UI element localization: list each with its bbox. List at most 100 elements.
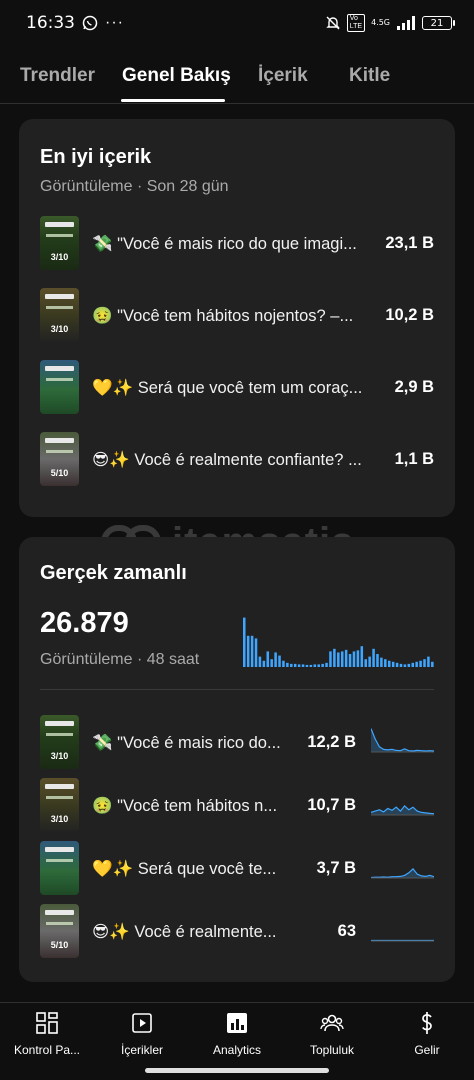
nav-label: Gelir: [414, 1043, 440, 1057]
hourly-bar: [407, 663, 411, 667]
hourly-bar: [321, 663, 324, 667]
signal-icon: [397, 16, 415, 30]
hourly-bar: [266, 651, 270, 667]
sunglasses-sparkle-emoji: 😎✨: [92, 450, 130, 469]
card-title: Gerçek zamanlı: [40, 562, 187, 584]
whatsapp-icon: [82, 15, 98, 31]
hourly-bar: [384, 659, 387, 667]
hourly-views-chart[interactable]: [243, 615, 435, 667]
video-thumbnail: 3/10: [40, 216, 79, 270]
view-count: 12,2 B: [307, 733, 356, 751]
hourly-bar: [376, 654, 379, 667]
nav-label: İçerikler: [120, 1043, 163, 1057]
hourly-bar: [391, 661, 395, 667]
battery-icon: 21: [422, 16, 455, 30]
trend-sparkline: [371, 805, 434, 816]
nav-content[interactable]: İçerikler: [97, 1011, 187, 1057]
more-dots-icon: ···: [105, 14, 124, 31]
money-emoji: 💸: [92, 234, 113, 253]
nav-community[interactable]: Topluluk: [287, 1011, 377, 1057]
video-title: "Você é mais rico do que imagi...: [117, 235, 357, 253]
nav-analytics[interactable]: Analytics: [192, 1011, 282, 1057]
hourly-bar: [360, 646, 364, 667]
view-count: 10,7 B: [307, 796, 356, 814]
realtime-total-views: 26.879: [40, 607, 129, 639]
view-count: 1,1 B: [394, 450, 434, 468]
tab-trends[interactable]: Trendler: [20, 65, 95, 87]
home-indicator: [145, 1068, 329, 1073]
hourly-bar: [333, 648, 336, 667]
hourly-bar: [301, 664, 305, 667]
hourly-bar: [387, 660, 391, 667]
hourly-bar: [305, 664, 309, 667]
volte-icon: Vo LTE: [346, 14, 366, 32]
heart-sparkle-emoji: 💛✨: [92, 859, 134, 878]
hourly-bar: [419, 660, 422, 667]
card-subtitle: Görüntüleme · 48 saat: [40, 651, 200, 668]
hourly-bar: [246, 635, 250, 667]
hourly-bar: [254, 638, 258, 667]
hourly-bar: [395, 662, 399, 667]
video-thumbnail: 3/10: [40, 288, 79, 342]
hourly-bar: [337, 652, 340, 667]
trend-sparkline: [371, 939, 434, 942]
view-count: 3,7 B: [316, 859, 356, 877]
hourly-bar: [282, 660, 285, 667]
status-time: 16:33: [26, 13, 75, 33]
video-title: Você é realmente confiante? ...: [134, 451, 362, 469]
active-tab-indicator: [121, 99, 225, 102]
video-title: Você é realmente...: [134, 923, 277, 941]
hourly-bar: [258, 656, 262, 667]
status-bar: 16:33 ··· Vo LTE 4.5G 21: [0, 0, 474, 46]
hourly-bar: [427, 656, 430, 667]
hourly-bar: [415, 661, 418, 667]
hourly-bar: [309, 664, 313, 667]
video-title: "Você tem hábitos n...: [117, 797, 278, 815]
view-count: 63: [337, 922, 356, 940]
hourly-bar: [380, 657, 383, 667]
hourly-bar: [344, 649, 348, 667]
nav-earn[interactable]: Gelir: [382, 1011, 472, 1057]
video-title: Será que você te...: [137, 860, 277, 878]
hourly-bar: [297, 664, 301, 667]
hourly-bar: [290, 663, 293, 667]
hourly-bar: [274, 652, 277, 667]
nav-dashboard[interactable]: Kontrol Pa...: [2, 1011, 92, 1057]
video-title: "Você tem hábitos nojentos? –...: [117, 307, 354, 325]
sparkline-area: [371, 728, 434, 752]
content-icon: [132, 1013, 152, 1033]
tab-overview[interactable]: Genel Bakış: [122, 65, 231, 87]
sparkline-line: [371, 868, 434, 879]
card-subtitle: Görüntüleme · Son 28 gün: [40, 178, 229, 195]
top-content-card: En iyi içerik Görüntüleme · Son 28 gün 3…: [19, 119, 455, 517]
video-thumbnail: [40, 841, 79, 895]
trend-sparkline: [371, 868, 434, 879]
video-thumbnail: 3/10: [40, 715, 79, 769]
hourly-bar: [352, 651, 356, 667]
hourly-bar: [293, 663, 297, 667]
hourly-bar: [286, 662, 289, 667]
hourly-bar: [403, 664, 407, 667]
video-thumbnail: [40, 360, 79, 414]
network-type: 4.5G: [371, 18, 390, 27]
hourly-bar: [368, 656, 371, 667]
video-title: "Você é mais rico do...: [117, 734, 281, 752]
hourly-bar: [243, 617, 246, 667]
view-count: 10,2 B: [385, 306, 434, 324]
earn-icon: [422, 1012, 432, 1034]
realtime-card: Gerçek zamanlı 26.879 Görüntüleme · 48 s…: [19, 537, 455, 982]
nauseated-emoji: 🤢: [92, 306, 113, 325]
hourly-bar: [423, 659, 426, 667]
nav-label: Topluluk: [309, 1043, 355, 1057]
video-title: Será que você tem um coraç...: [137, 379, 363, 397]
hourly-bar: [399, 663, 403, 667]
hourly-bar: [325, 662, 328, 667]
tab-content[interactable]: İçerik: [258, 65, 308, 87]
video-thumbnail: 5/10: [40, 432, 79, 486]
divider: [40, 689, 434, 690]
money-emoji: 💸: [92, 733, 113, 752]
mute-icon: [326, 16, 340, 30]
hourly-bar: [250, 635, 254, 667]
view-count: 23,1 B: [385, 234, 434, 252]
tab-audience[interactable]: Kitle: [349, 65, 390, 87]
